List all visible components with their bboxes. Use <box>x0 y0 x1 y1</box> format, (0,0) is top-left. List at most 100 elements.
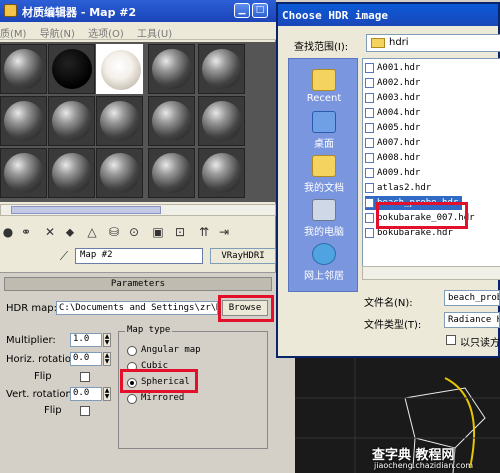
desktop-icon <box>312 111 336 133</box>
material-slot[interactable] <box>96 148 143 198</box>
vert-rotation-input[interactable]: 0.0 <box>70 387 102 401</box>
sphere-preview <box>52 101 92 141</box>
filename-label: 文件名(N): <box>364 298 413 309</box>
put-to-scene-icon[interactable]: ⚭ <box>18 224 34 240</box>
file-item[interactable]: A004.hdr <box>365 106 420 120</box>
network-globe-icon <box>312 243 336 265</box>
multiplier-input[interactable]: 1.0 <box>70 333 102 347</box>
file-item[interactable]: atlas2.hdr <box>365 181 431 195</box>
computer-icon <box>312 199 336 221</box>
scroll-thumb[interactable] <box>11 206 161 214</box>
flip-vert-label: Flip <box>44 405 62 416</box>
filetype-select[interactable]: Radiance H <box>444 312 500 328</box>
file-item[interactable]: A007.hdr <box>365 136 420 150</box>
file-item[interactable]: A003.hdr <box>365 91 420 105</box>
sphere-preview <box>100 153 140 193</box>
material-slot[interactable] <box>48 96 95 146</box>
place-desktop[interactable]: 桌面 <box>289 111 359 150</box>
file-list-scrollbar[interactable] <box>362 266 500 280</box>
hdr-file-icon <box>365 213 374 223</box>
file-item[interactable]: A001.hdr <box>365 61 420 75</box>
unique-icon[interactable]: △ <box>84 224 100 240</box>
horiz-rotation-input[interactable]: 0.0 <box>70 352 102 366</box>
menu-utilities[interactable]: 工具(U) <box>137 25 172 40</box>
material-editor-window: 材质编辑器 - Map #2 ▁ □ 质(M) 导航(N) 选项(O) 工具(U… <box>0 0 276 473</box>
vert-rotation-spinner[interactable]: ▲ ▼ <box>103 387 111 401</box>
file-item[interactable]: A005.hdr <box>365 121 420 135</box>
place-my-computer[interactable]: 我的电脑 <box>289 199 359 238</box>
menu-navigation[interactable]: 导航(N) <box>40 25 75 40</box>
file-list: A001.hdr A002.hdr A003.hdr A004.hdr A005… <box>362 58 500 280</box>
menu-bar: 质(M) 导航(N) 选项(O) 工具(U) <box>0 22 276 40</box>
multiplier-spinner[interactable]: ▲ ▼ <box>103 333 111 347</box>
file-item[interactable]: A008.hdr <box>365 151 420 165</box>
horiz-rotation-spinner[interactable]: ▲ ▼ <box>103 352 111 366</box>
place-network[interactable]: 网上邻居 <box>289 243 359 282</box>
material-slot-selected[interactable] <box>96 44 143 94</box>
slots-scrollbar[interactable] <box>0 204 276 216</box>
material-slot[interactable] <box>198 44 245 94</box>
material-slot[interactable] <box>198 96 245 146</box>
file-item[interactable]: A002.hdr <box>365 76 420 90</box>
map-type-button[interactable]: VRayHDRI <box>210 248 276 264</box>
copy-icon[interactable]: ⬥ <box>62 224 78 240</box>
place-recent[interactable]: Recent <box>289 69 359 104</box>
material-slot[interactable] <box>0 96 47 146</box>
file-name: A009.hdr <box>377 168 421 178</box>
material-editor-icon <box>4 4 17 17</box>
get-material-icon[interactable]: ● <box>0 224 16 240</box>
hdr-map-path[interactable]: C:\Documents and Settings\zr\M <box>56 301 218 315</box>
readonly-checkbox[interactable] <box>446 335 456 345</box>
file-name: A002.hdr <box>377 78 421 88</box>
material-slots <box>0 42 276 202</box>
minimize-button[interactable]: ▁ <box>234 3 250 18</box>
material-slot[interactable] <box>148 148 195 198</box>
sphere-preview <box>100 101 140 141</box>
choose-hdr-dialog: Choose HDR image 查找范围(I): hdri Recent 桌面… <box>276 2 500 358</box>
material-slot[interactable] <box>96 96 143 146</box>
material-slot[interactable] <box>198 148 245 198</box>
pick-eyedropper-icon[interactable]: ⟋ <box>56 248 72 264</box>
show-map-icon[interactable]: ▣ <box>150 224 166 240</box>
hdr-file-icon <box>365 78 374 88</box>
go-sibling-icon[interactable]: ⇥ <box>216 224 232 240</box>
angular-map-label: Angular map <box>141 345 201 355</box>
filename-input[interactable]: beach_probe <box>444 290 500 306</box>
sphere-preview <box>4 49 44 89</box>
material-slot[interactable] <box>0 44 47 94</box>
watermark-url: jiaocheng.chazidian.com <box>374 461 474 470</box>
radio-mirrored[interactable] <box>127 394 137 404</box>
material-slot[interactable] <box>48 148 95 198</box>
flip-vert-checkbox[interactable] <box>80 406 90 416</box>
flip-horiz-checkbox[interactable] <box>80 372 90 382</box>
map-name-input[interactable]: Map #2 <box>75 248 203 264</box>
sphere-preview <box>52 49 92 89</box>
material-slot[interactable] <box>148 44 195 94</box>
documents-folder-icon <box>312 155 336 177</box>
hdr-map-label: HDR map: <box>6 303 57 314</box>
material-editor-title: 材质编辑器 - Map #2 <box>22 6 137 19</box>
material-slot[interactable] <box>48 44 95 94</box>
look-in-value: hdri <box>389 37 409 48</box>
material-slot[interactable] <box>0 148 47 198</box>
place-recent-label: Recent <box>306 93 342 104</box>
look-in-dropdown[interactable]: hdri <box>366 34 500 52</box>
file-item[interactable]: A009.hdr <box>365 166 420 180</box>
place-desktop-label: 桌面 <box>314 139 334 150</box>
sphere-preview <box>4 153 44 193</box>
place-documents[interactable]: 我的文档 <box>289 155 359 194</box>
material-slot[interactable] <box>148 96 195 146</box>
maximize-button[interactable]: □ <box>252 3 268 18</box>
material-toolbar: ● ⚭ ✕ ⬥ △ ⛁ ⊙ ▣ ⊡ ⇈ ⇥ <box>0 222 276 244</box>
menu-options[interactable]: 选项(O) <box>88 25 124 40</box>
parameters-header[interactable]: Parameters <box>4 277 272 291</box>
library-icon[interactable]: ⛁ <box>106 224 122 240</box>
parameters-rollout: Parameters HDR map: C:\Documents and Set… <box>0 272 276 473</box>
show-end-result-icon[interactable]: ⊡ <box>172 224 188 240</box>
delete-icon[interactable]: ✕ <box>42 224 58 240</box>
menu-material[interactable]: 质(M) <box>0 25 26 40</box>
filetype-label: 文件类型(T): <box>364 320 422 331</box>
radio-angular-map[interactable] <box>127 346 137 356</box>
material-id-icon[interactable]: ⊙ <box>126 224 142 240</box>
go-parent-icon[interactable]: ⇈ <box>196 224 212 240</box>
